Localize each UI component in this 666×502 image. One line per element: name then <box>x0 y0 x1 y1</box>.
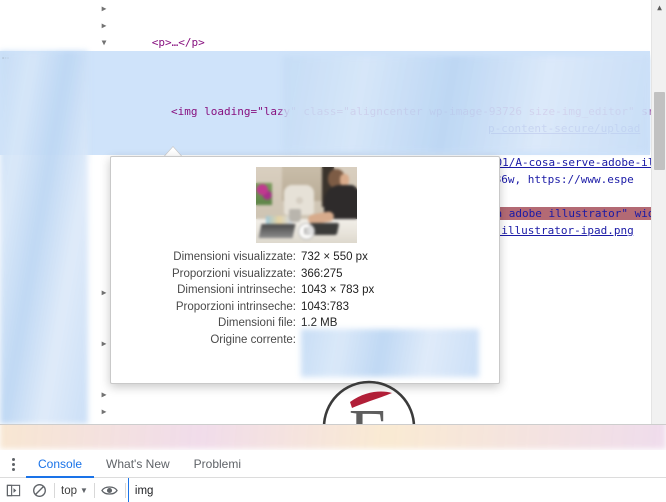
image-properties-table: Dimensioni visualizzate: 732 × 550 px Pr… <box>111 249 499 378</box>
image-thumbnail-preview: E <box>256 167 357 243</box>
twisty-icon[interactable]: ▶ <box>98 386 110 403</box>
toolbar-divider <box>124 483 126 498</box>
twisty-icon[interactable]: ▼ <box>98 34 110 51</box>
scrollbar-thumb[interactable] <box>654 92 665 170</box>
clear-console-icon[interactable] <box>26 478 52 502</box>
redacted-region-drawer-strip <box>0 425 666 449</box>
more-options-icon[interactable] <box>0 451 26 478</box>
intrinsic-size-value: 1043 × 783 px <box>301 284 375 296</box>
tab-whats-new[interactable]: What's New <box>94 451 182 478</box>
rendered-aspect-label: Proporzioni visualizzate: <box>171 267 296 280</box>
execution-context-selector[interactable]: top ▼ <box>57 485 92 497</box>
drawer-tab-bar[interactable]: Console What's New Problemi <box>0 451 666 478</box>
tree-row[interactable]: ▶ <p>…</p> <box>0 17 650 66</box>
img-srcset-part5[interactable]: e-illustrator-ipad.png <box>488 224 634 237</box>
tree-row[interactable]: ▶ <p>…</p> <box>0 0 650 49</box>
tree-row[interactable]: ▶ <p>…</p> <box>0 403 650 420</box>
twisty-icon[interactable]: ▶ <box>98 17 110 34</box>
tooltip-row: Origine corrente: <box>111 328 499 378</box>
redacted-region-left-column <box>0 51 88 424</box>
chevron-down-icon: ▼ <box>80 486 88 495</box>
execution-context-label: top <box>61 484 77 497</box>
live-expression-icon[interactable] <box>97 478 123 502</box>
tooltip-row: Dimensioni intrinseche: 1043 × 783 px <box>111 282 499 299</box>
tooltip-row: Proporzioni intrinseche: 1043:783 <box>111 299 499 316</box>
intrinsic-aspect-label: Proporzioni intrinseche: <box>175 300 296 313</box>
redacted-region-srcset <box>283 56 650 152</box>
twisty-icon[interactable]: ▶ <box>98 284 110 301</box>
current-source-label: Origine corrente: <box>210 333 296 346</box>
file-size-label: Dimensioni file: <box>218 317 296 329</box>
tree-row[interactable]: ▶ <p>…</p> <box>0 386 650 424</box>
rendered-size-value: 732 × 550 px <box>301 251 368 263</box>
console-toolbar[interactable]: top ▼ <box>0 478 666 502</box>
devtools-window: ▶ <p>…</p> ▶ <p>…</p> ▼ <p> … <img loadi… <box>0 0 666 502</box>
tree-row[interactable]: ▼ <p> <box>0 34 650 83</box>
twisty-icon[interactable]: ▶ <box>98 403 110 420</box>
sidebar-glyph <box>6 484 20 497</box>
eye-glyph <box>101 486 119 495</box>
tooltip-row: Dimensioni visualizzate: 732 × 550 px <box>111 249 499 266</box>
toolbar-divider <box>54 483 55 498</box>
thumb-blur-overlay <box>256 167 357 243</box>
toolbar-divider <box>93 483 95 498</box>
console-filter-input[interactable] <box>127 478 666 502</box>
scroll-up-arrow-icon[interactable]: ▲ <box>652 0 666 15</box>
intrinsic-size-label: Dimensioni intrinseche: <box>177 284 296 296</box>
tooltip-row: Proporzioni visualizzate: 366:275 <box>111 266 499 283</box>
intrinsic-aspect-value: 1043:783 <box>301 300 349 313</box>
console-drawer: Console What's New Problemi top ▼ img <box>0 424 666 502</box>
image-preview-tooltip: E Dimensioni visualizzate: 732 × 550 px … <box>110 156 500 384</box>
drawer-top-strip <box>0 425 666 450</box>
tab-problemi[interactable]: Problemi <box>182 451 253 478</box>
tab-console[interactable]: Console <box>26 451 95 478</box>
vertical-scrollbar[interactable]: ▲ <box>651 0 666 424</box>
rendered-aspect-value: 366:275 <box>301 267 343 280</box>
rendered-size-label: Dimensioni visualizzate: <box>173 251 296 263</box>
clear-glyph <box>32 484 46 497</box>
redacted-region-current-source <box>301 328 479 377</box>
current-source-value <box>301 328 479 378</box>
console-sidebar-icon[interactable] <box>0 478 26 502</box>
twisty-icon[interactable]: ▶ <box>98 335 110 352</box>
twisty-icon[interactable]: ▶ <box>98 0 110 17</box>
